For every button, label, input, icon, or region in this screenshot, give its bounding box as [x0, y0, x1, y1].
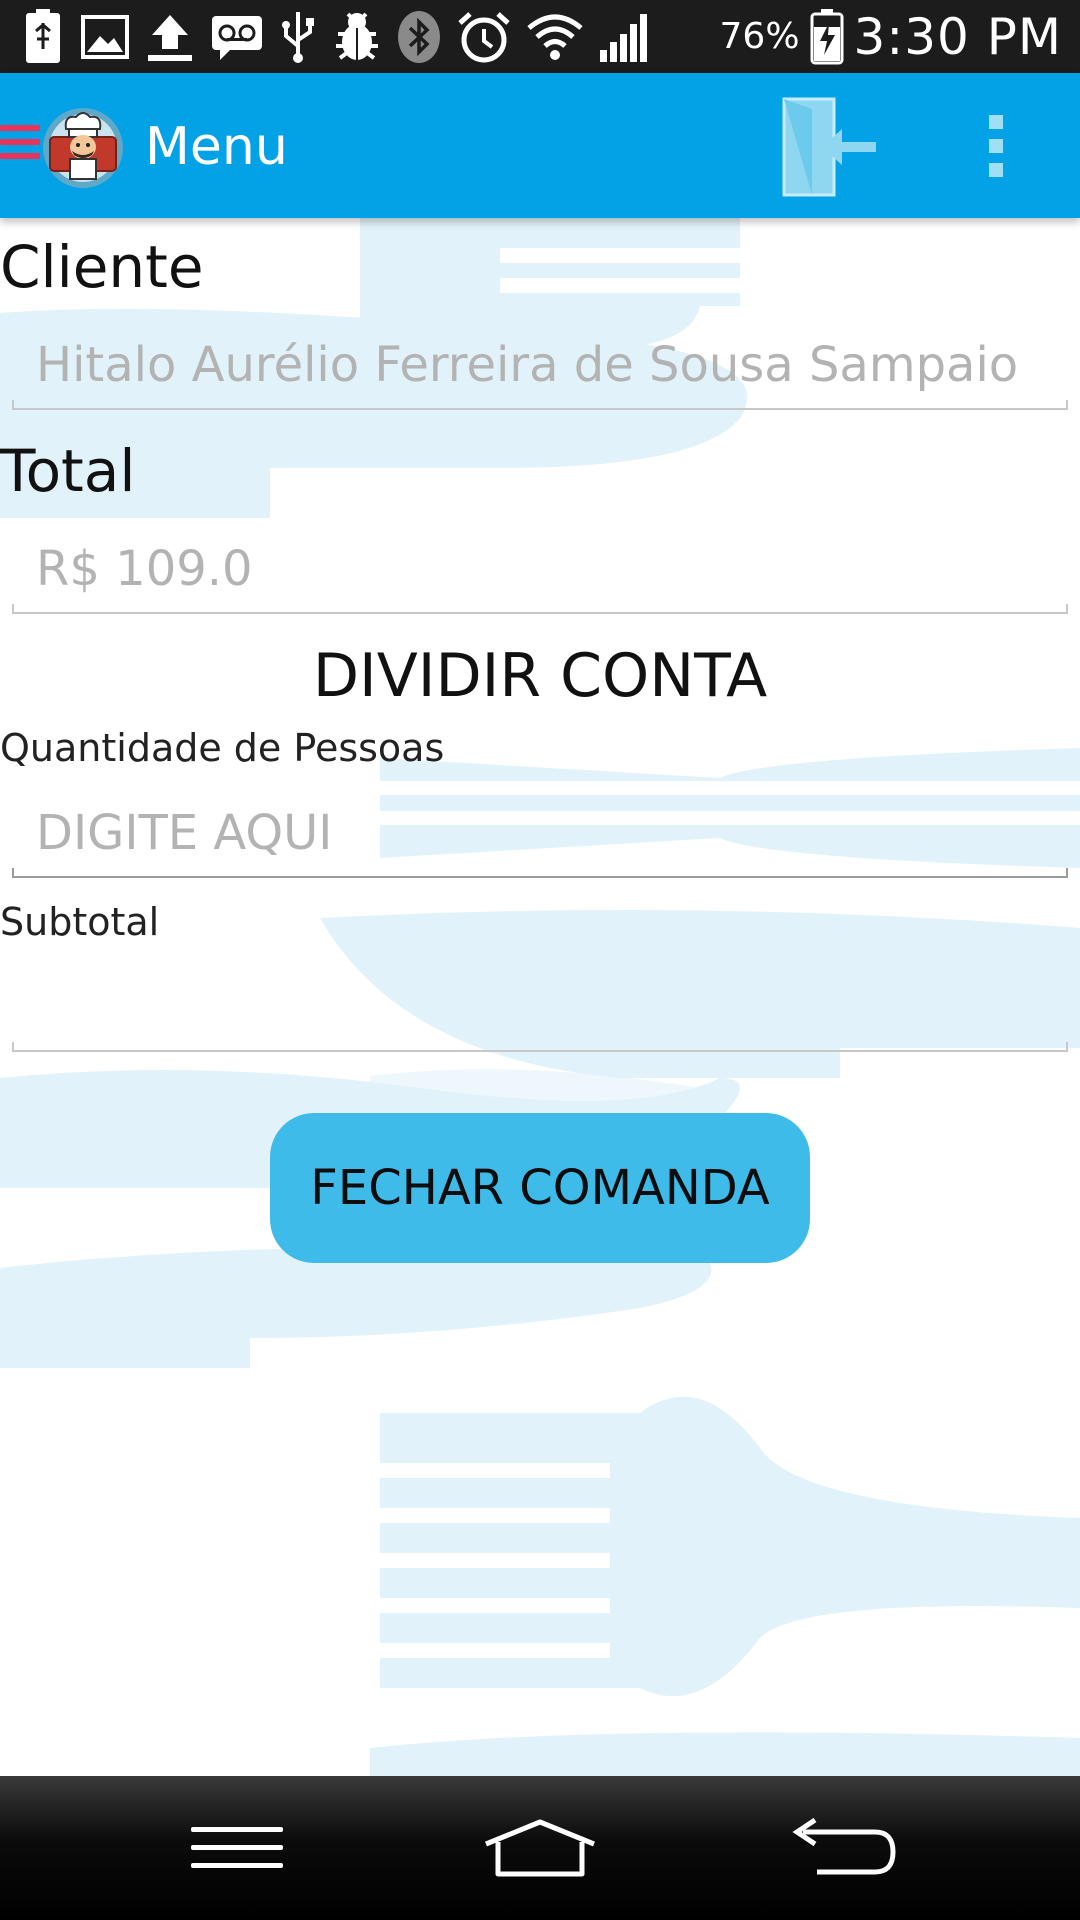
- wifi-icon: [527, 14, 583, 60]
- voicemail-icon: [212, 16, 262, 60]
- content-area: Cliente Hitalo Aurélio Ferreira de Sousa…: [0, 218, 1080, 1776]
- cliente-value: Hitalo Aurélio Ferreira de Sousa Sampaio: [36, 337, 1019, 393]
- signal-icon: [600, 14, 647, 62]
- back-icon: [792, 1818, 896, 1875]
- alarm-icon: [458, 12, 510, 63]
- status-right: 76% 3:30 PM: [720, 0, 1062, 73]
- pessoas-label: Quantidade de Pessoas: [0, 726, 445, 770]
- total-underline: [12, 604, 1068, 614]
- recent-apps-icon: [191, 1827, 283, 1868]
- checkout-form: Cliente Hitalo Aurélio Ferreira de Sousa…: [0, 218, 1080, 1776]
- battery-percent: 76%: [719, 16, 800, 57]
- debug-icon: [336, 12, 378, 60]
- fechar-comanda-button[interactable]: FECHAR COMANDA: [270, 1113, 810, 1263]
- navigation-bar: [0, 1776, 1080, 1920]
- action-bar: Menu: [0, 73, 1080, 218]
- pessoas-underline: [12, 868, 1068, 878]
- home-icon: [485, 1819, 595, 1877]
- subtotal-underline: [12, 1042, 1068, 1052]
- cliente-label: Cliente: [0, 233, 204, 301]
- overflow-menu-icon[interactable]: [982, 115, 1010, 179]
- logout-icon[interactable]: [782, 95, 882, 199]
- subtotal-label: Subtotal: [0, 900, 160, 944]
- total-value: R$ 109.0: [36, 541, 253, 597]
- usb-icon: [282, 12, 314, 63]
- pessoas-placeholder: DIGITE AQUI: [36, 805, 333, 861]
- chef-logo-icon[interactable]: [42, 107, 124, 189]
- total-label: Total: [0, 437, 136, 505]
- notification-icons: [22, 8, 654, 66]
- recent-apps-button[interactable]: [137, 1776, 337, 1920]
- action-bar-title: Menu: [145, 117, 288, 177]
- bluetooth-icon: [398, 11, 440, 63]
- home-button[interactable]: [440, 1776, 640, 1920]
- total-field[interactable]: R$ 109.0: [12, 534, 1068, 614]
- status-bar: 76% 3:30 PM: [0, 0, 1080, 73]
- upload-icon: [148, 15, 192, 61]
- clock: 3:30 PM: [853, 7, 1062, 66]
- dividir-conta-title: DIVIDIR CONTA: [312, 641, 768, 711]
- usb-battery-icon: [26, 9, 60, 63]
- battery-charging-icon: [810, 8, 844, 64]
- cliente-underline: [12, 400, 1068, 410]
- back-button[interactable]: [744, 1776, 944, 1920]
- image-icon: [81, 15, 129, 59]
- drawer-menu-icon[interactable]: [0, 125, 40, 165]
- subtotal-field[interactable]: [12, 972, 1068, 1052]
- cliente-field[interactable]: Hitalo Aurélio Ferreira de Sousa Sampaio: [12, 330, 1068, 410]
- pessoas-input[interactable]: DIGITE AQUI: [12, 798, 1068, 878]
